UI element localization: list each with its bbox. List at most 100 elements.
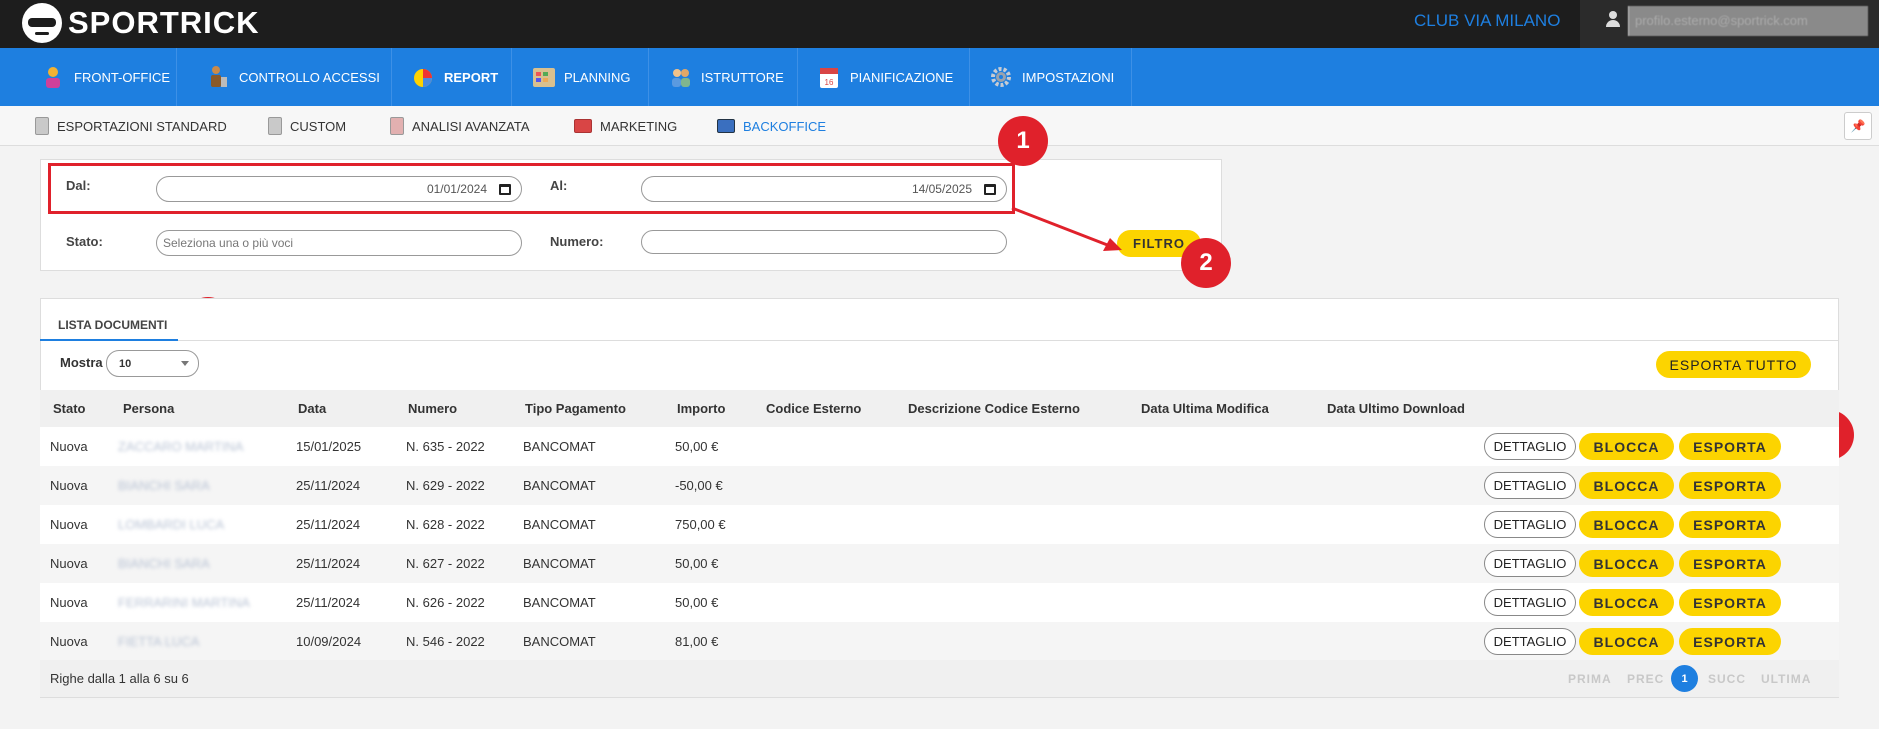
pagination-current[interactable]: 1	[1671, 665, 1698, 692]
user-menu[interactable]: profilo.esterno@sportrick.com	[1580, 0, 1879, 48]
cell-persona: BIANCHI SARA	[118, 478, 210, 493]
column-header[interactable]: Persona	[123, 390, 174, 428]
export-all-button[interactable]: ESPORTA TUTTO	[1656, 351, 1811, 378]
export-button[interactable]: ESPORTA	[1679, 628, 1781, 655]
cell-stato: Nuova	[50, 556, 88, 571]
block-button[interactable]: BLOCCA	[1579, 433, 1674, 460]
gear-icon	[990, 65, 1012, 89]
table-header: Stato Persona Data Numero Tipo Pagamento…	[40, 390, 1839, 428]
nav-planning[interactable]: PLANNING	[512, 48, 649, 106]
pin-button[interactable]: 📌	[1844, 112, 1872, 140]
subnav-label: CUSTOM	[290, 118, 347, 134]
column-header[interactable]: Tipo Pagamento	[525, 390, 626, 428]
cell-numero: N. 635 - 2022	[406, 439, 485, 454]
column-header[interactable]: Data Ultima Modifica	[1141, 390, 1269, 428]
column-header[interactable]: Numero	[408, 390, 457, 428]
subnav-custom[interactable]: CUSTOM	[268, 106, 346, 146]
block-button[interactable]: BLOCCA	[1579, 511, 1674, 538]
cell-numero: N. 627 - 2022	[406, 556, 485, 571]
top-bar: SPORTRICK CLUB VIA MILANO profilo.estern…	[0, 0, 1879, 48]
column-header[interactable]: Data Ultimo Download	[1327, 390, 1465, 428]
sub-nav: ESPORTAZIONI STANDARD CUSTOM ANALISI AVA…	[0, 106, 1879, 146]
nav-report[interactable]: REPORT	[392, 48, 512, 115]
people-icon	[669, 65, 691, 89]
cell-tipo: BANCOMAT	[523, 517, 596, 532]
column-header[interactable]: Importo	[677, 390, 725, 428]
column-header[interactable]: Descrizione Codice Esterno	[908, 390, 1080, 428]
column-header[interactable]: Data	[298, 390, 326, 428]
nav-label: FRONT-OFFICE	[74, 69, 171, 85]
tab-lista-documenti[interactable]: LISTA DOCUMENTI	[58, 318, 167, 332]
cell-importo: 50,00 €	[675, 556, 719, 571]
block-button[interactable]: BLOCCA	[1579, 550, 1674, 577]
logo-text: SPORTRICK	[68, 5, 260, 40]
pagination-next[interactable]: SUCC	[1708, 672, 1746, 686]
pagination-last[interactable]: ULTIMA	[1761, 672, 1811, 686]
cell-data: 25/11/2024	[296, 517, 361, 532]
export-button[interactable]: ESPORTA	[1679, 550, 1781, 577]
detail-button[interactable]: DETTAGLIO	[1484, 589, 1576, 616]
club-name[interactable]: CLUB VIA MILANO	[1414, 11, 1560, 31]
block-button[interactable]: BLOCCA	[1579, 589, 1674, 616]
calendar-icon: 16	[818, 65, 840, 89]
page-size-select[interactable]: 10	[106, 350, 199, 377]
table-row: Nuova LOMBARDI LUCA 25/11/2024 N. 628 - 202…	[40, 505, 1839, 544]
pagination-prev[interactable]: PREC	[1627, 672, 1664, 686]
subnav-analisi-avanzata[interactable]: ANALISI AVANZATA	[390, 106, 530, 146]
cell-tipo: BANCOMAT	[523, 439, 596, 454]
cell-tipo: BANCOMAT	[523, 556, 596, 571]
cell-numero: N. 546 - 2022	[406, 634, 485, 649]
logo-icon	[22, 3, 62, 43]
export-button[interactable]: ESPORTA	[1679, 433, 1781, 460]
cell-persona: ZACCARO MARTINA	[118, 439, 244, 454]
export-button[interactable]: ESPORTA	[1679, 589, 1781, 616]
cell-data: 25/11/2024	[296, 595, 361, 610]
subnav-backoffice[interactable]: BACKOFFICE	[717, 106, 826, 146]
cell-data: 15/01/2025	[296, 439, 362, 454]
logo[interactable]: SPORTRICK	[22, 3, 260, 43]
subnav-esportazioni-standard[interactable]: ESPORTAZIONI STANDARD	[35, 106, 227, 146]
page-size-value: 10	[119, 357, 132, 370]
nav-istruttore[interactable]: ISTRUTTORE	[649, 48, 798, 106]
cell-importo: 50,00 €	[675, 595, 719, 610]
nav-controllo-accessi[interactable]: CONTROLLO ACCESSI	[187, 48, 392, 106]
table-row: Nuova BIANCHI SARA 25/11/2024 N. 627 - 2022…	[40, 544, 1839, 583]
table-row: Nuova FERRARINI MARTINA 25/11/2024 N. 626 -…	[40, 583, 1839, 622]
detail-button[interactable]: DETTAGLIO	[1484, 433, 1576, 460]
column-header[interactable]: Stato	[53, 390, 86, 428]
nav-label: CONTROLLO ACCESSI	[239, 69, 380, 85]
annotation-arrow	[1011, 206, 1122, 251]
main-nav: FRONT-OFFICE CONTROLLO ACCESSI REPORT PL…	[0, 48, 1879, 115]
cell-tipo: BANCOMAT	[523, 478, 596, 493]
detail-button[interactable]: DETTAGLIO	[1484, 511, 1576, 538]
export-button[interactable]: ESPORTA	[1679, 511, 1781, 538]
export-button[interactable]: ESPORTA	[1679, 472, 1781, 499]
detail-button[interactable]: DETTAGLIO	[1484, 550, 1576, 577]
cell-tipo: BANCOMAT	[523, 634, 596, 649]
block-button[interactable]: BLOCCA	[1579, 628, 1674, 655]
column-header[interactable]: Codice Esterno	[766, 390, 861, 428]
table-row: Nuova FIETTA LUCA 10/09/2024 N. 546 - 2022 B…	[40, 622, 1839, 661]
marketing-icon	[574, 119, 592, 133]
detail-button[interactable]: DETTAGLIO	[1484, 628, 1576, 655]
nav-pianificazione[interactable]: 16 PIANIFICAZIONE	[798, 48, 970, 106]
subnav-marketing[interactable]: MARKETING	[574, 106, 677, 146]
nav-impostazioni[interactable]: IMPOSTAZIONI	[970, 48, 1132, 106]
monitor-icon	[717, 119, 735, 133]
cell-persona: LOMBARDI LUCA	[118, 517, 225, 532]
block-button[interactable]: BLOCCA	[1579, 472, 1674, 499]
cell-data: 25/11/2024	[296, 556, 361, 571]
nav-label: PLANNING	[564, 69, 631, 85]
table-row: Nuova BIANCHI SARA 25/11/2024 N. 629 - 2022…	[40, 466, 1839, 505]
detail-button[interactable]: DETTAGLIO	[1484, 472, 1576, 499]
pie-chart-icon	[412, 65, 434, 89]
nav-front-office[interactable]: FRONT-OFFICE	[22, 48, 177, 106]
cell-numero: N. 626 - 2022	[406, 595, 485, 610]
pagination-first[interactable]: PRIMA	[1568, 672, 1612, 686]
stato-multiselect[interactable]: Seleziona una o più voci	[156, 230, 522, 256]
cell-persona: FERRARINI MARTINA	[118, 595, 250, 610]
user-email: profilo.esterno@sportrick.com	[1628, 6, 1868, 36]
numero-input[interactable]	[641, 230, 1007, 254]
page-size-label: Mostra	[60, 355, 103, 370]
document-icon	[390, 117, 404, 135]
